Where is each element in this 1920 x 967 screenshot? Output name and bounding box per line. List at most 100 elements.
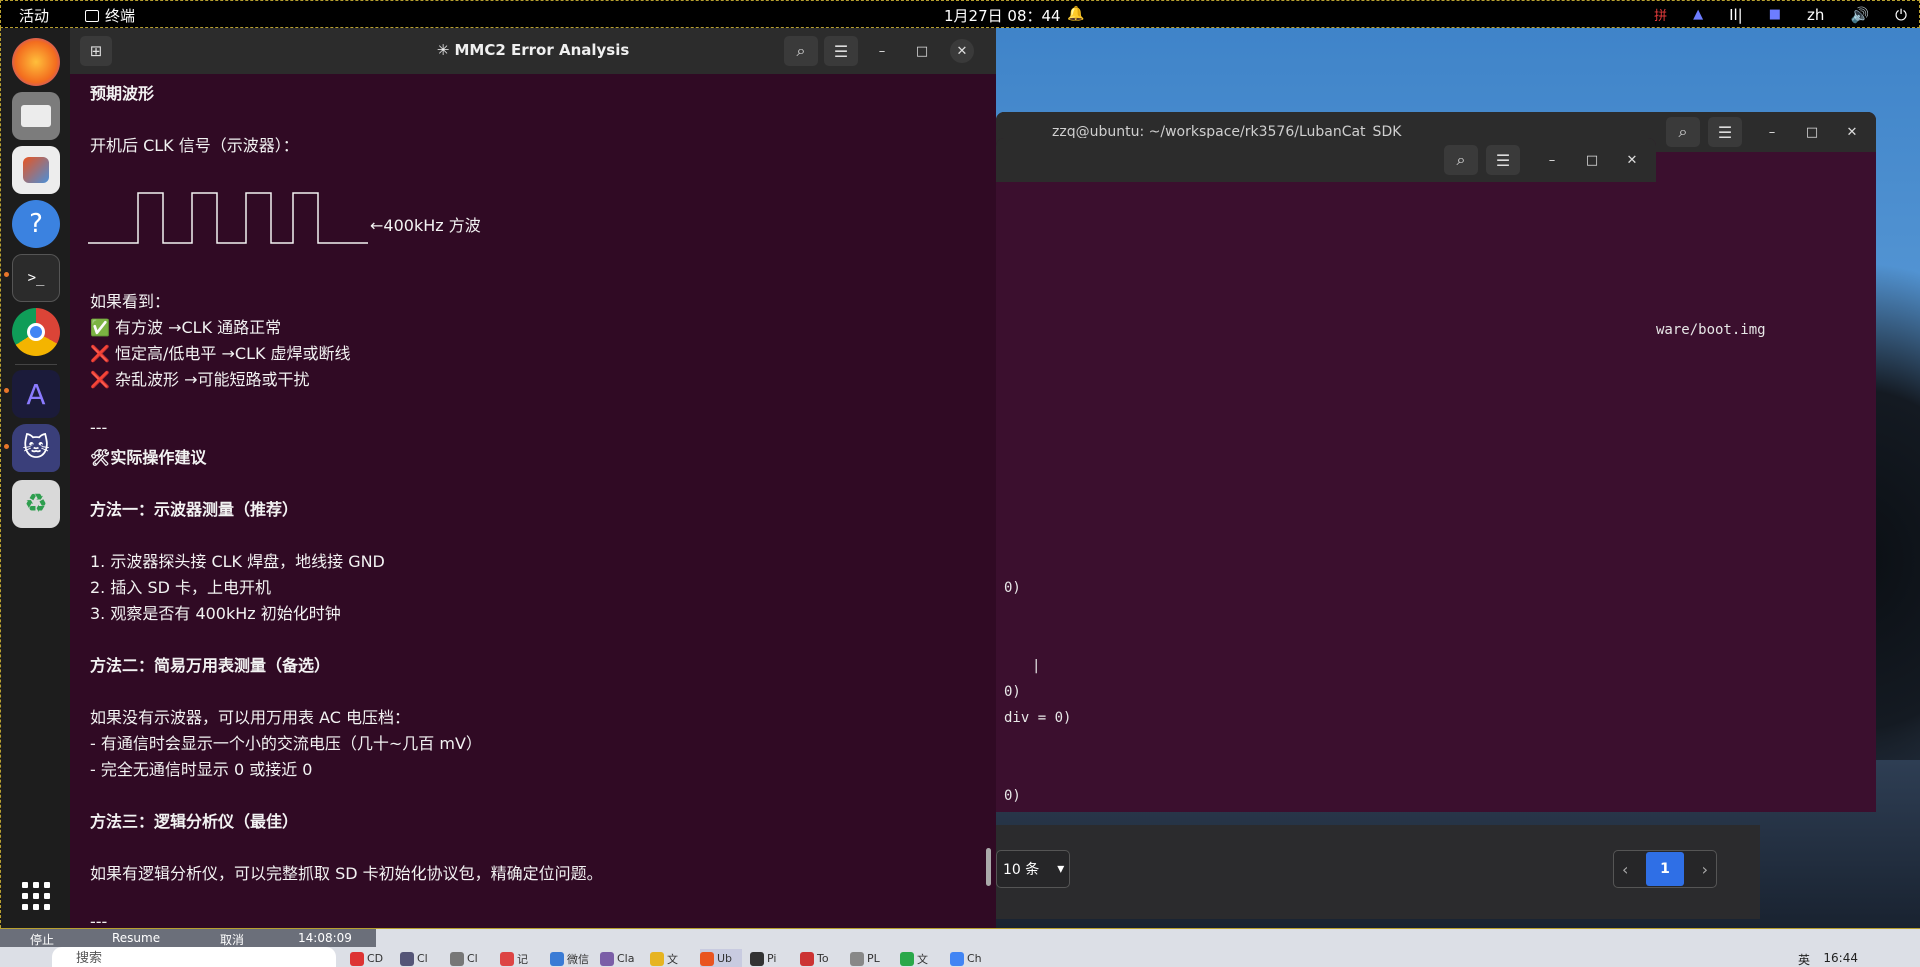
feishu-tray-icon[interactable]: ▲ (1693, 7, 1703, 22)
power-icon[interactable]: ⏻ (1895, 6, 1907, 24)
strip-item[interactable]: 停止 (30, 931, 54, 948)
dock-separator (15, 364, 57, 365)
step-line: 1. 示波器探头接 CLK 焊盘，地线接 GND (90, 552, 385, 571)
main-terminal-header: ⊞ ✳ MMC2 Error Analysis ⌕ ☰ – □ ✕ (70, 28, 996, 74)
minimize-icon[interactable]: – (870, 39, 894, 63)
maximize-icon[interactable]: □ (1580, 148, 1604, 172)
minimize-icon[interactable]: – (1540, 148, 1564, 172)
scrollbar-thumb[interactable] (986, 848, 991, 886)
page-button-current[interactable]: 1 (1646, 852, 1684, 886)
close-icon[interactable]: ✕ (1620, 148, 1644, 172)
bullet-line: - 有通信时会显示一个小的交流电压（几十~几百 mV） (90, 734, 482, 753)
maximize-icon[interactable]: □ (910, 39, 934, 63)
terminal-output-line: ware/boot.img (1656, 322, 1766, 338)
taskbar-app[interactable]: 记 (500, 949, 542, 967)
text-line: 开机后 CLK 信号（示波器）： (90, 136, 299, 155)
trash-icon[interactable]: ♻ (12, 480, 60, 528)
terminal-output-line: 0) (1004, 684, 1021, 700)
volume-icon[interactable]: 🔊 (1850, 6, 1869, 24)
menu-icon[interactable]: ☰ (824, 36, 858, 66)
chevron-down-icon: ▾ (1057, 861, 1065, 877)
firefox-icon[interactable] (12, 38, 60, 86)
running-indicator (4, 388, 9, 393)
text-line: 如果看到： (90, 292, 171, 311)
cat-tray-icon[interactable]: ■ (1769, 7, 1781, 22)
files-icon[interactable] (12, 92, 60, 140)
strip-item[interactable]: 取消 (220, 931, 244, 948)
square-wave-diagram (88, 192, 368, 244)
cat-app-icon[interactable]: 🐱 (12, 424, 60, 472)
taskbar-app[interactable]: 文 (650, 949, 692, 967)
taskbar-app[interactable]: CD (350, 949, 392, 967)
taskbar-app[interactable]: Ch (950, 949, 992, 967)
input-method-icon[interactable]: 拼 (1654, 5, 1667, 24)
text-line: 如果有逻辑分析仪，可以完整抓取 SD 卡初始化协议包，精确定位问题。 (90, 864, 603, 883)
search-icon[interactable]: ⌕ (784, 36, 818, 66)
app-menu-label: 终端 (105, 7, 136, 25)
taskbar-app[interactable]: Cl (400, 949, 442, 967)
strip-item: 14:08:09 (298, 931, 352, 945)
strip-item[interactable]: Resume (112, 931, 160, 945)
result-bad-line: ❌ 杂乱波形 →可能短路或干扰 (90, 370, 310, 389)
next-page-button[interactable]: › (1702, 860, 1708, 879)
menu-icon[interactable]: ☰ (1486, 145, 1520, 175)
prev-page-button[interactable]: ‹ (1622, 860, 1628, 879)
taskbar-app[interactable]: Cla (600, 949, 642, 967)
app-menu[interactable]: 终端 (85, 5, 135, 26)
terminal-output-line: div = 0) (1004, 710, 1072, 726)
taskbar-language[interactable]: 英 (1798, 951, 1810, 967)
taskbar-search[interactable]: 搜索 (52, 947, 336, 967)
main-terminal-window[interactable]: ⊞ ✳ MMC2 Error Analysis ⌕ ☰ – □ ✕ 预期波形 开… (70, 28, 996, 928)
section-heading: 方法三：逻辑分析仪（最佳） (90, 812, 299, 831)
page-size-value: 10 条 (1003, 862, 1040, 878)
terminal-dock-icon[interactable]: >_ (12, 254, 60, 302)
taskbar-clock[interactable]: 16:44 (1823, 951, 1858, 965)
minimize-icon[interactable]: – (1760, 120, 1784, 144)
maximize-icon[interactable]: □ (1800, 120, 1824, 144)
taskbar-app[interactable]: 文 (900, 949, 942, 967)
terminal-icon (85, 9, 99, 22)
taskbar-app[interactable]: 微信 (550, 949, 592, 967)
close-icon[interactable]: ✕ (1840, 120, 1864, 144)
bullet-line: - 完全无通信时显示 0 或接近 0 (90, 760, 313, 779)
close-icon[interactable]: ✕ (950, 39, 974, 63)
search-icon[interactable]: ⌕ (1444, 145, 1478, 175)
text-line: 如果没有示波器，可以用万用表 AC 电压档： (90, 708, 411, 727)
terminal-output-line: 0) (1004, 788, 1021, 804)
step-line: 2. 插入 SD 卡，上电开机 (90, 578, 272, 597)
ai-app-icon[interactable]: A (12, 370, 60, 418)
page-size-select[interactable]: 10 条 ▾ (996, 850, 1070, 888)
search-icon[interactable]: ⌕ (1666, 117, 1700, 147)
taskbar-app[interactable]: Pi (750, 949, 792, 967)
taskbar-app[interactable]: Cl (450, 949, 492, 967)
dock: ? >_ A 🐱 ♻ (0, 28, 70, 928)
section-heading: 方法一：示波器测量（推荐） (90, 500, 299, 519)
help-icon[interactable]: ? (12, 200, 60, 248)
network-activity-icon[interactable]: Il| (1729, 6, 1743, 24)
vm-status-strip: 停止 Resume 取消 14:08:09 (0, 929, 376, 947)
chrome-icon[interactable] (12, 308, 60, 356)
menu-icon[interactable]: ☰ (1708, 117, 1742, 147)
step-line: 3. 观察是否有 400kHz 初始化时钟 (90, 604, 341, 623)
terminal-output-line: 0) (1004, 580, 1021, 596)
pagination: ‹ 1 › (1613, 850, 1717, 888)
clock[interactable]: 1月27日 08：44 (944, 5, 1061, 26)
middle-terminal-header: ⌕ ☰ – □ ✕ (996, 138, 1656, 182)
result-bad-line: ❌ 恒定高/低电平 →CLK 虚焊或断线 (90, 344, 351, 363)
taskbar-app[interactable]: Ub (700, 949, 742, 967)
middle-terminal-window[interactable]: ⌕ ☰ – □ ✕ 0) | 0) div = 0) 0) (996, 138, 1656, 808)
language-indicator[interactable]: zh (1807, 6, 1824, 24)
terminal-cursor: | (1032, 658, 1041, 674)
result-ok-line: ✅ 有方波 →CLK 通路正常 (90, 318, 282, 337)
taskbar-app[interactable]: PL (850, 949, 892, 967)
show-apps-icon[interactable] (12, 872, 60, 920)
taskbar-app[interactable]: To (800, 949, 842, 967)
activities-button[interactable]: 活动 (19, 5, 49, 26)
running-indicator (4, 272, 9, 277)
system-tray: 拼 ▲ Il| ■ zh 🔊 ⏻ (1654, 5, 1907, 25)
bell-icon[interactable]: 🔔 (1067, 6, 1084, 22)
app-center-icon[interactable] (12, 146, 60, 194)
wave-label: ←400kHz 方波 (370, 216, 481, 235)
divider-text: --- (90, 418, 108, 437)
taskbar-apps: CD Cl Cl 记 微信 Cla 文 Ub Pi To PL 文 Ch (350, 949, 992, 967)
